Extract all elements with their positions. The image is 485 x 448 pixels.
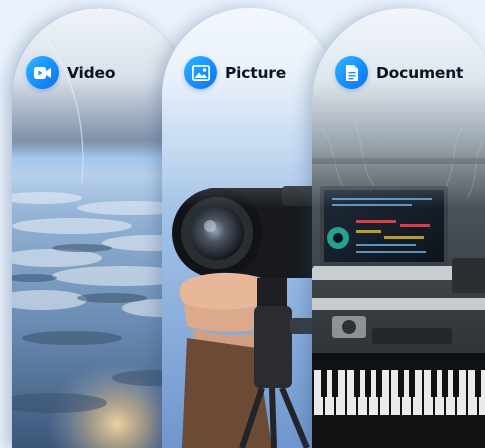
category-header-picture[interactable]: Picture xyxy=(184,56,286,89)
category-header-video[interactable]: Video xyxy=(26,56,115,89)
category-label-picture: Picture xyxy=(225,63,287,82)
video-camera-icon xyxy=(26,56,59,89)
card-fade-overlay xyxy=(312,8,485,208)
category-card-picture[interactable]: Picture xyxy=(162,8,337,448)
category-header-document[interactable]: Document xyxy=(335,56,463,89)
image-icon xyxy=(184,56,217,89)
card-fade-overlay xyxy=(12,8,187,208)
document-icon xyxy=(335,56,368,89)
category-label-document: Document xyxy=(376,63,464,82)
card-fade-overlay xyxy=(162,8,337,208)
category-card-document[interactable]: Document xyxy=(312,8,485,448)
category-label-video: Video xyxy=(67,63,116,82)
category-card-video[interactable]: Video xyxy=(12,8,187,448)
